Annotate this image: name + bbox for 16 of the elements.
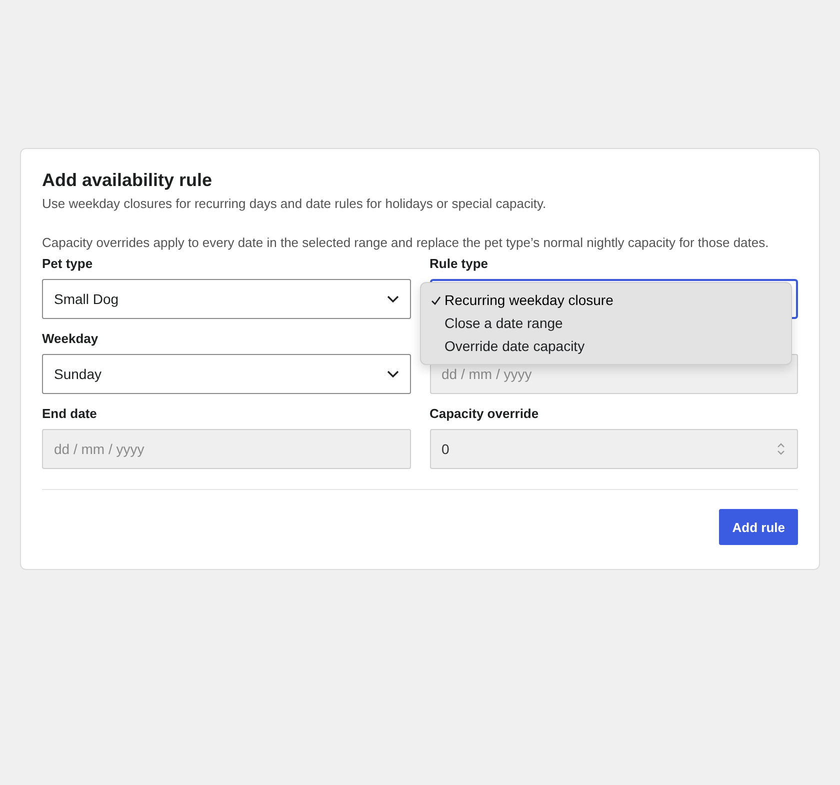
- form-title: Add availability rule: [42, 169, 214, 191]
- add-rule-button[interactable]: Add rule: [719, 509, 798, 545]
- select-field[interactable]: Sunday: [42, 354, 410, 394]
- menu-option[interactable]: Recurring weekday closure: [420, 289, 790, 312]
- select-field[interactable]: Small Dog: [42, 279, 410, 319]
- form-note: Capacity overrides apply to every date in the selected range and replace the pet type’s normal nightly capacity for those dates.: [42, 234, 770, 251]
- field-label: Pet type: [42, 256, 93, 271]
- chevron-down-icon: [386, 295, 398, 303]
- field-label: Weekday: [42, 331, 98, 346]
- stepper-icon: [776, 441, 786, 457]
- field-label: End date: [42, 406, 97, 421]
- field-label: Capacity override: [430, 406, 539, 421]
- menu-option[interactable]: Close a date range: [420, 312, 790, 335]
- field-label: Rule type: [430, 256, 488, 271]
- form-description: Use weekday closures for recurring days and date rules for holidays or special capacity.: [42, 195, 548, 213]
- chevron-down-icon: [386, 370, 398, 378]
